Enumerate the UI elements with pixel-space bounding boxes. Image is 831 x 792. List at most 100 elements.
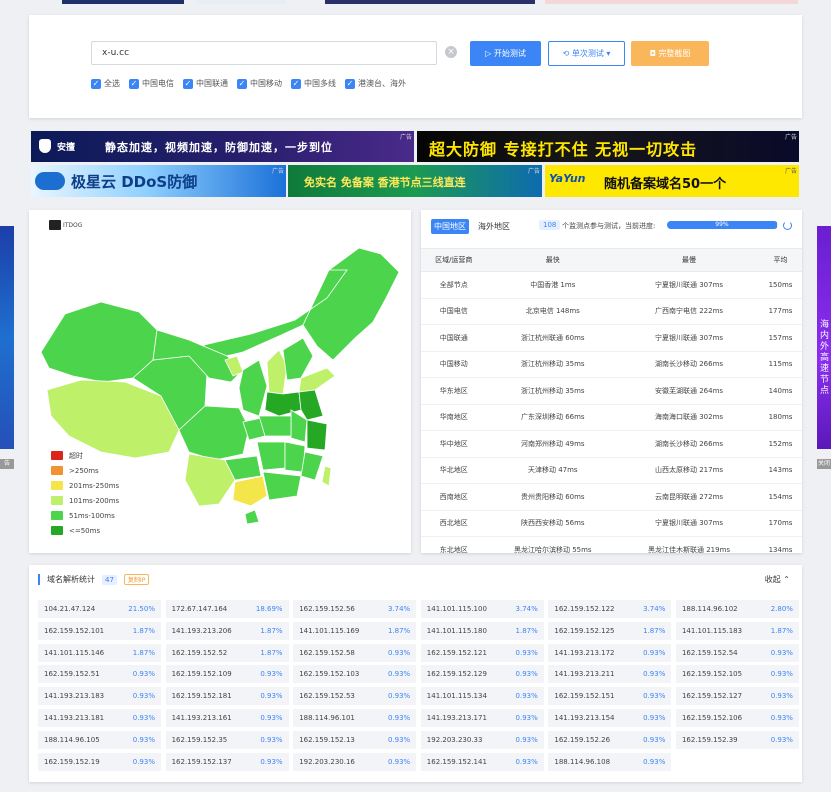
filter-checkbox[interactable]: ✓ 港澳台、海外 (345, 78, 406, 89)
table-cell: 150ms (758, 271, 802, 299)
dns-ip-item[interactable]: 162.159.152.151 0.93% (548, 687, 672, 706)
ip-percentage: 3.74% (387, 605, 411, 613)
dns-ip-item[interactable]: 188.114.96.102 2.80% (675, 600, 799, 618)
dns-ip-item[interactable]: 141.193.213.171 0.93% (420, 708, 544, 727)
ip-address: 188.114.96.102 (681, 605, 738, 613)
dns-ip-item[interactable]: 141.101.115.146 1.87% (38, 643, 161, 662)
dns-ip-item[interactable]: 172.67.147.164 18.69% (165, 600, 289, 618)
filter-checkbox[interactable]: ✓ 中国多线 (291, 78, 336, 89)
dns-ip-item[interactable]: 162.159.152.122 3.74% (548, 600, 672, 618)
dns-ip-item[interactable]: 162.159.152.39 0.93% (675, 730, 799, 749)
left-side-ad[interactable] (0, 226, 14, 449)
dns-ip-item[interactable]: 141.193.213.183 0.93% (38, 687, 161, 706)
dns-ip-item[interactable]: 141.193.213.154 0.93% (548, 708, 672, 727)
dns-ip-item[interactable]: 162.159.152.121 0.93% (420, 643, 544, 662)
ip-address: 141.193.213.206 (171, 626, 232, 635)
legend-swatch (51, 451, 63, 460)
dns-ip-item[interactable]: 162.159.152.106 0.93% (675, 708, 799, 727)
collapse-toggle[interactable]: 收起 ⌃ (765, 574, 790, 585)
dns-ip-item[interactable]: 141.193.213.206 1.87% (165, 621, 289, 640)
filter-checkbox[interactable]: ✓ 全选 (91, 78, 120, 89)
tab-overseas[interactable]: 海外地区 (475, 219, 513, 234)
dns-ip-item[interactable]: 192.203.230.16 0.93% (293, 752, 417, 771)
dns-ip-item[interactable]: 162.159.152.53 0.93% (293, 687, 417, 706)
ip-percentage: 0.93% (260, 713, 283, 722)
start-test-button[interactable]: ▷ 开始测试 (470, 41, 541, 66)
copy-ip-button[interactable]: 复制IP (123, 574, 150, 585)
legend-item: 101ms-200ms (51, 493, 119, 508)
filter-checkbox[interactable]: ✓ 中国移动 (237, 78, 282, 89)
single-test-dropdown[interactable]: ⟲ 单次测试 ▾ (548, 41, 625, 66)
ad-text: 静态加速，视频加速，防御加速，一步到位 (105, 141, 333, 154)
ip-percentage: 0.93% (643, 713, 666, 722)
dns-ip-item[interactable]: 188.114.96.105 0.93% (38, 730, 161, 749)
ip-percentage: 0.93% (260, 757, 283, 766)
dns-ip-item[interactable]: 162.159.152.109 0.93% (165, 665, 289, 684)
right-side-ad-close[interactable]: 关闭 (817, 459, 831, 469)
ip-percentage: 0.93% (515, 670, 538, 679)
full-screenshot-button[interactable]: ◘ 完整截图 (631, 41, 709, 66)
title-accent (38, 574, 40, 585)
ad-banner-jixingyun[interactable]: 极星云 DDoS防御 广告 (31, 165, 286, 197)
filter-label: 全选 (104, 79, 120, 88)
dns-ip-item[interactable]: 141.101.115.134 0.93% (420, 687, 544, 706)
region-henan (264, 391, 302, 417)
dns-ip-item[interactable]: 141.193.213.161 0.93% (165, 708, 289, 727)
dns-ip-item[interactable]: 162.159.152.51 0.93% (38, 665, 161, 684)
dns-ip-item[interactable]: 141.193.213.181 0.93% (38, 708, 161, 727)
table-cell: 中国香港 1ms (486, 271, 620, 299)
dns-ip-item[interactable]: 104.21.47.124 21.50% (38, 600, 161, 618)
ad-banner-yayun[interactable]: YaYun 随机备案域名50一个 广告 (545, 165, 799, 197)
ip-percentage: 0.93% (515, 735, 538, 744)
dns-ip-item[interactable]: 192.203.230.33 0.93% (420, 730, 544, 749)
clear-icon[interactable]: × (445, 46, 457, 58)
dns-ip-item[interactable]: 162.159.152.125 1.87% (548, 621, 672, 640)
ip-percentage: 0.93% (132, 735, 155, 744)
legend-label: 51ms-100ms (69, 511, 115, 520)
dns-ip-item[interactable]: 162.159.152.56 3.74% (293, 600, 417, 618)
ip-address: 192.203.230.33 (426, 735, 483, 744)
dns-ip-item[interactable]: 141.101.115.180 1.87% (420, 621, 544, 640)
domain-input[interactable] (91, 41, 437, 65)
dns-ip-item[interactable]: 162.159.152.35 0.93% (165, 730, 289, 749)
ip-address: 162.159.152.127 (681, 692, 743, 701)
region-taiwan (321, 465, 332, 487)
dns-ip-item[interactable]: 162.159.152.141 0.93% (420, 752, 544, 771)
dns-ip-item[interactable]: 162.159.152.137 0.93% (165, 752, 289, 771)
dns-ip-item[interactable]: 162.159.152.129 0.93% (420, 665, 544, 684)
ad-banner-hk-node[interactable]: 免实名 免备案 香港节点三线直连 广告 (288, 165, 542, 197)
ip-percentage: 0.93% (387, 757, 411, 766)
dns-ip-item[interactable]: 162.159.152.26 0.93% (548, 730, 672, 749)
ad-banner-cdn[interactable]: 安擅 静态加速，视频加速，防御加速，一步到位 广告 (31, 131, 414, 162)
dns-ip-item[interactable]: 162.159.152.101 1.87% (38, 621, 161, 640)
dns-ip-item[interactable]: 162.159.152.13 0.93% (293, 730, 417, 749)
filter-checkbox[interactable]: ✓ 中国电信 (129, 78, 174, 89)
ad-banner-defense[interactable]: 超大防御 专接打不住 无视一切攻击 广告 (417, 131, 799, 162)
checkbox-check-icon: ✓ (345, 78, 355, 89)
ip-percentage: 1.87% (132, 648, 155, 657)
dns-ip-item[interactable]: 141.101.115.183 1.87% (675, 621, 799, 640)
right-side-ad[interactable]: 海内外高速节点 (817, 226, 831, 449)
dns-ip-item[interactable]: 188.114.96.108 0.93% (548, 752, 672, 771)
ip-percentage: 0.93% (132, 757, 155, 766)
ip-percentage: 0.93% (770, 713, 793, 722)
tab-china[interactable]: 中国地区 (431, 219, 469, 234)
ip-percentage: 1.87% (260, 626, 283, 635)
dns-ip-item[interactable]: 162.159.152.52 1.87% (165, 643, 289, 662)
dns-ip-item[interactable]: 141.193.213.211 0.93% (548, 665, 672, 684)
dns-ip-item[interactable]: 141.101.115.169 1.87% (293, 621, 417, 640)
region-zhejiang (306, 419, 328, 451)
table-header: 区域/运营商 最快 最慢 平均 (421, 248, 802, 272)
dns-ip-item[interactable]: 141.101.115.100 3.74% (420, 600, 544, 618)
dns-ip-item[interactable]: 162.159.152.127 0.93% (675, 687, 799, 706)
dns-ip-item[interactable]: 162.159.152.54 0.93% (675, 643, 799, 662)
filter-checkbox[interactable]: ✓ 中国联通 (183, 78, 228, 89)
dns-ip-item[interactable]: 188.114.96.101 0.93% (293, 708, 417, 727)
dns-ip-item[interactable]: 141.193.213.172 0.93% (548, 643, 672, 662)
dns-ip-item[interactable]: 162.159.152.103 0.93% (293, 665, 417, 684)
dns-ip-item[interactable]: 162.159.152.19 0.93% (38, 752, 161, 771)
dns-ip-item[interactable]: 162.159.152.105 0.93% (675, 665, 799, 684)
dns-ip-item[interactable]: 162.159.152.181 0.93% (165, 687, 289, 706)
legend-item: >250ms (51, 463, 119, 478)
dns-ip-item[interactable]: 162.159.152.58 0.93% (293, 643, 417, 662)
